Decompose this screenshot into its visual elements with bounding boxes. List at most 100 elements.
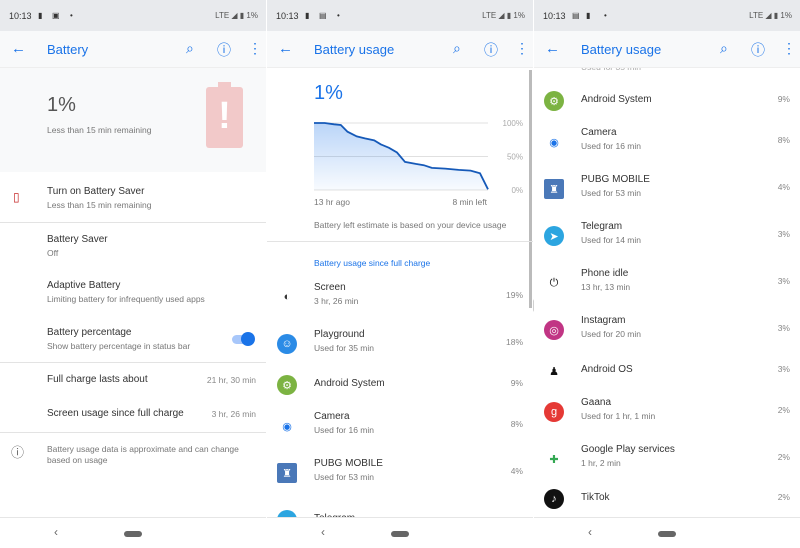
pubg-icon: ♜ xyxy=(544,179,564,199)
page-title: Battery xyxy=(47,42,89,57)
app-usage-item[interactable]: ◉ Camera Used for 16 min 8% xyxy=(534,125,800,161)
item-value: 21 hr, 30 min xyxy=(206,375,256,385)
divider xyxy=(267,241,533,242)
app-usage-percent: 3% xyxy=(777,364,790,374)
item-title: Full charge lasts about xyxy=(47,374,148,385)
page-title: Battery usage xyxy=(581,42,662,57)
nav-back-icon[interactable]: ‹ xyxy=(321,525,325,539)
back-arrow-icon[interactable]: ← xyxy=(11,40,26,57)
help-icon[interactable]: ⓘ xyxy=(217,40,231,60)
help-icon[interactable]: ⓘ xyxy=(484,40,498,60)
app-usage-percent: 8% xyxy=(777,135,790,145)
app-name: Playground xyxy=(314,329,365,340)
item-title: Battery percentage xyxy=(47,327,132,338)
telegram-icon: ➤ xyxy=(544,226,564,246)
power-icon: ⏻ xyxy=(544,273,564,293)
app-name: Android OS xyxy=(581,364,633,375)
help-icon[interactable]: ⓘ xyxy=(751,40,765,60)
search-icon[interactable]: ⌕ xyxy=(720,40,728,57)
item-subtitle: Off xyxy=(47,248,59,258)
app-usage-item[interactable]: ☺ Playground Used for 35 min 18% xyxy=(267,327,533,363)
app-name: PUBG MOBILE xyxy=(314,458,383,469)
status-indicators: LTE ◢ ▮ 1% xyxy=(749,11,792,20)
facebook-icon: ▣ xyxy=(52,11,60,20)
divider xyxy=(0,362,266,363)
app-name: Android System xyxy=(314,378,385,389)
battery-saver-setting[interactable]: Battery Saver Off xyxy=(0,228,266,268)
app-usage-item[interactable]: ✚ Google Play services 1 hr, 2 min 2% xyxy=(534,442,800,478)
app-usage-item[interactable]: ♟ Android OS 3% xyxy=(534,354,800,390)
app-usage-item[interactable]: ➤ Telegram Used for 14 min 3% xyxy=(534,219,800,255)
y-tick-label: 100% xyxy=(503,119,523,128)
search-icon[interactable]: ⌕ xyxy=(453,40,461,57)
battery-percentage-setting[interactable]: Battery percentage Show battery percenta… xyxy=(0,321,266,361)
app-usage-item[interactable]: ♜ PUBG MOBILE Used for 53 min 4% xyxy=(534,172,800,208)
app-usage-item[interactable]: ◎ Instagram Used for 20 min 3% xyxy=(534,313,800,349)
status-indicators: LTE ◢ ▮ 1% xyxy=(482,11,525,20)
status-bar: 10:13 ▮ ▣ • LTE ◢ ▮ 1% xyxy=(0,0,266,31)
app-usage-time: 1 hr, 2 min xyxy=(581,458,621,468)
clock: 10:13 xyxy=(276,11,299,21)
navigation-bar: ‹ xyxy=(534,517,800,548)
home-pill[interactable] xyxy=(391,531,409,537)
status-indicators: LTE ◢ ▮ 1% xyxy=(215,11,258,20)
app-usage-item[interactable]: ◉ Camera Used for 16 min 8% xyxy=(267,409,533,445)
page-title: Battery usage xyxy=(314,42,395,57)
gear-icon: ⚙ xyxy=(544,91,564,111)
y-tick-label: 0% xyxy=(511,186,523,195)
android-icon: ♟ xyxy=(544,361,564,381)
section-header: Battery usage since full charge xyxy=(314,258,431,268)
app-name: Phone idle xyxy=(581,268,629,279)
nav-back-icon[interactable]: ‹ xyxy=(54,525,58,539)
status-bar: 10:13 ▤ ▮ • LTE ◢ ▮ 1% xyxy=(534,0,800,31)
brightness-icon: ◐ xyxy=(277,287,297,307)
app-name: Camera xyxy=(314,411,350,422)
app-usage-item[interactable]: ⚙ Android System 9% xyxy=(534,84,800,120)
app-name: Telegram xyxy=(581,221,623,232)
app-usage-time: Used for 35 min xyxy=(314,343,374,353)
app-usage-item[interactable]: ⚙ Android System 9% xyxy=(267,368,533,404)
search-icon[interactable]: ⌕ xyxy=(186,40,194,57)
adaptive-battery-setting[interactable]: Adaptive Battery Limiting battery for in… xyxy=(0,274,266,314)
app-name: Instagram xyxy=(581,315,626,326)
gear-icon: ⚙ xyxy=(277,375,297,395)
app-usage-item[interactable]: g Gaana Used for 1 hr, 1 min 2% xyxy=(534,395,800,431)
home-pill[interactable] xyxy=(658,531,676,537)
app-usage-item[interactable]: ⏻ Phone idle 13 hr, 13 min 3% xyxy=(534,266,800,302)
app-usage-item[interactable]: ♜ PUBG MOBILE Used for 53 min 4% xyxy=(267,456,533,492)
battery-saver-icon: ▯ xyxy=(13,190,20,204)
y-tick-label: 50% xyxy=(507,153,523,162)
clock: 10:13 xyxy=(9,11,32,21)
nav-back-icon[interactable]: ‹ xyxy=(588,525,592,539)
app-usage-time: 13 hr, 13 min xyxy=(581,282,631,292)
instagram-icon: ◎ xyxy=(544,320,564,340)
item-title: Battery Saver xyxy=(47,234,108,245)
home-pill[interactable] xyxy=(124,531,142,537)
app-usage-time: Used for 16 min xyxy=(581,141,641,151)
more-options-icon[interactable]: ⋮ xyxy=(515,40,529,57)
image-notification-icon: ▤ xyxy=(572,11,580,20)
battery-notification-icon: ▮ xyxy=(38,11,43,20)
item-title: Adaptive Battery xyxy=(47,280,121,291)
app-usage-item[interactable]: ♪ TikTok 2% xyxy=(534,482,800,518)
app-usage-percent: 4% xyxy=(510,466,523,476)
turn-on-battery-saver[interactable]: ▯ Turn on Battery Saver Less than 15 min… xyxy=(0,180,266,220)
app-usage-time: Used for 14 min xyxy=(581,235,641,245)
back-arrow-icon[interactable]: ← xyxy=(545,40,560,57)
app-name: Android System xyxy=(581,94,652,105)
app-usage-percent: 3% xyxy=(777,276,790,286)
remaining-time: Less than 15 min remaining xyxy=(47,125,152,135)
item-title: Turn on Battery Saver xyxy=(47,186,145,197)
more-options-icon[interactable]: ⋮ xyxy=(782,40,796,57)
battery-header: 1% Less than 15 min remaining ! xyxy=(0,68,266,172)
more-options-icon[interactable]: ⋮ xyxy=(248,40,262,57)
item-subtitle: Show battery percentage in status bar xyxy=(47,341,191,351)
app-usage-percent: 9% xyxy=(777,94,790,104)
battery-notification-icon: ▮ xyxy=(305,11,310,20)
battery-percentage-toggle[interactable] xyxy=(232,332,255,346)
app-usage-percent: 9% xyxy=(510,378,523,388)
app-usage-item[interactable]: ◐ Screen 3 hr, 26 min 19% xyxy=(267,280,533,316)
item-title: Screen usage since full charge xyxy=(47,408,184,419)
back-arrow-icon[interactable]: ← xyxy=(278,40,293,57)
app-usage-percent: 19% xyxy=(505,290,523,300)
